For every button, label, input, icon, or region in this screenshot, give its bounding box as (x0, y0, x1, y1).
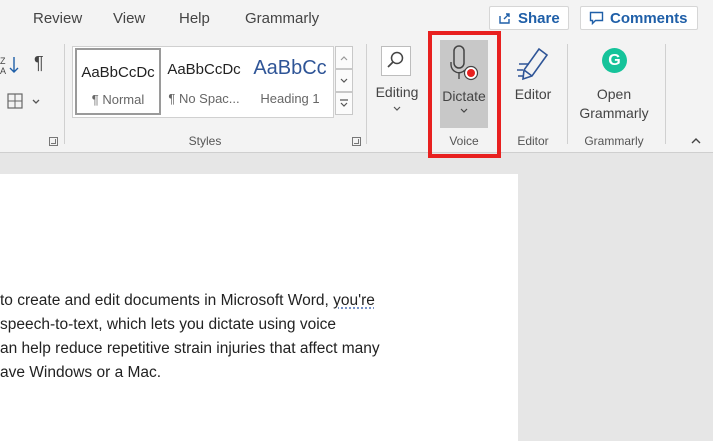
doc-line-2: speech-to-text, which lets you dictate u… (0, 316, 337, 333)
borders-icon (7, 93, 40, 109)
menu-grammarly[interactable]: Grammarly (245, 10, 319, 27)
separator (665, 44, 666, 144)
dictate-highlight-box (428, 31, 501, 158)
gallery-scroll-up[interactable] (335, 46, 353, 69)
editor-pen-icon (517, 47, 549, 81)
style-name: ¶ Normal (91, 92, 145, 107)
menu-help[interactable]: Help (179, 10, 210, 27)
style-heading-1[interactable]: AaBbCc Heading 1 (247, 47, 333, 117)
editor-label: Editor (514, 86, 552, 102)
sort-button[interactable]: Z A (0, 54, 22, 76)
editor-group-label: Editor (517, 134, 549, 148)
comments-label: Comments (610, 9, 688, 27)
style-sample: AaBbCcDc (167, 61, 241, 78)
editor-button[interactable]: Editor (508, 44, 558, 128)
comments-button[interactable]: Comments (580, 6, 698, 30)
editing-label: Editing (375, 84, 419, 100)
chevron-down-icon (393, 106, 401, 111)
grammarly-group-label: Grammarly (584, 134, 644, 148)
grammarly-label-line1: Open (596, 86, 632, 102)
styles-group-label: Styles (188, 134, 222, 148)
style-name: Heading 1 (260, 91, 320, 106)
separator (366, 44, 367, 144)
style-normal[interactable]: AaBbCcDc ¶ Normal (75, 48, 161, 115)
menu-bar: Review View Help Grammarly Share Comment… (0, 0, 713, 38)
separator (64, 44, 65, 144)
editing-button[interactable]: Editing (374, 44, 420, 124)
gallery-more-button[interactable] (335, 92, 353, 115)
grammarly-label-line2: Grammarly (579, 105, 649, 121)
gallery-scroll-down[interactable] (335, 69, 353, 92)
editing-icon-frame (381, 46, 411, 76)
chevron-down-icon (340, 78, 348, 83)
document-page[interactable]: to create and edit documents in Microsof… (0, 174, 518, 441)
share-label: Share (518, 9, 560, 27)
comment-icon (589, 11, 604, 25)
sort-az-icon: Z A (0, 56, 19, 76)
svg-text:A: A (0, 66, 6, 76)
collapse-ribbon-icon[interactable] (690, 137, 702, 145)
menu-review[interactable]: Review (33, 10, 82, 27)
doc-line-4: ave Windows or a Mac. (0, 364, 162, 381)
gallery-more-icon (340, 99, 348, 107)
share-button[interactable]: Share (489, 6, 569, 30)
doc-line-3: an help reduce repetitive strain injurie… (0, 340, 380, 357)
svg-text:Z: Z (0, 56, 6, 66)
separator (567, 44, 568, 144)
paragraph-launcher-icon[interactable] (49, 137, 58, 146)
style-name: ¶ No Spac... (168, 91, 240, 106)
borders-button[interactable] (2, 92, 42, 110)
chevron-up-icon (340, 55, 348, 60)
doc-line-1: to create and edit documents in Microsof… (0, 292, 375, 309)
spelling-flag[interactable]: you're (333, 292, 375, 309)
styles-gallery: AaBbCcDc ¶ Normal AaBbCcDc ¶ No Spac... … (72, 46, 334, 118)
style-sample: AaBbCcDc (81, 64, 155, 81)
open-grammarly-button[interactable]: G Open Grammarly (572, 44, 656, 128)
styles-launcher-icon[interactable] (352, 137, 361, 146)
search-icon (387, 51, 404, 68)
style-sample: AaBbCc (253, 57, 327, 79)
show-formatting-button[interactable]: ¶ (34, 53, 44, 74)
style-no-spacing[interactable]: AaBbCcDc ¶ No Spac... (162, 47, 246, 117)
menu-view[interactable]: View (113, 10, 145, 27)
grammarly-logo-icon: G (602, 48, 627, 73)
share-icon (499, 13, 510, 24)
